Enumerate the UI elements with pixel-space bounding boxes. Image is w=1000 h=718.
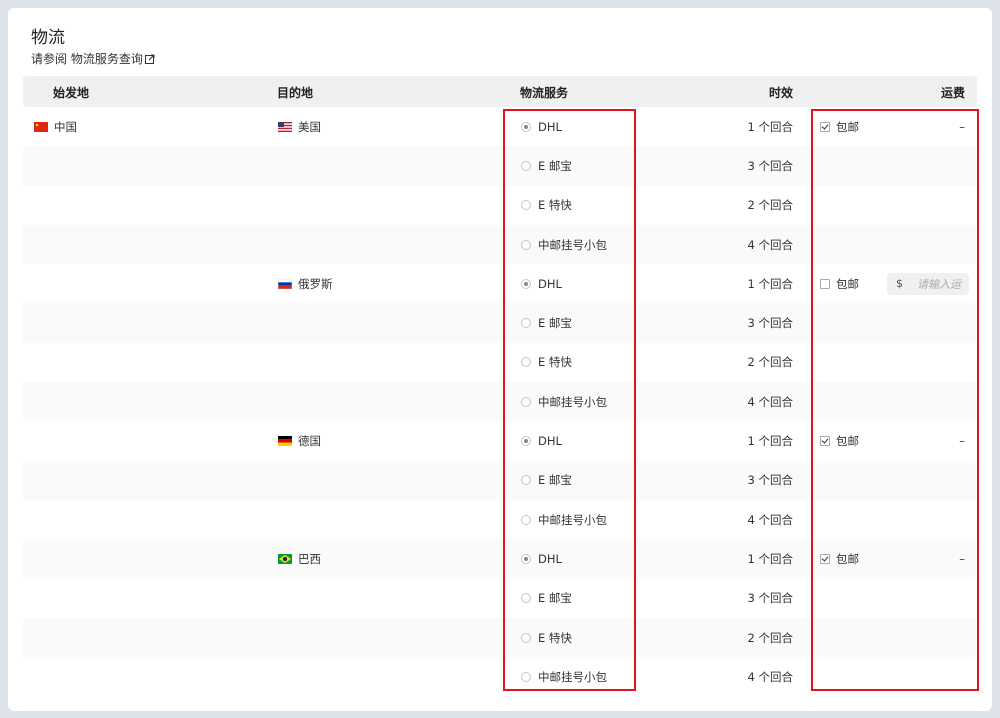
header-service: 物流服务	[520, 86, 569, 100]
time-cell: 2 个回合	[747, 630, 793, 645]
destination-label: 德国	[298, 434, 321, 449]
header-fee: 运费	[940, 86, 965, 100]
origin-cell: 中国	[34, 119, 77, 135]
time-cell: 1 个回合	[747, 119, 793, 134]
header-destination: 目的地	[277, 86, 314, 100]
destination-label: 巴西	[298, 551, 321, 566]
china-flag-icon	[34, 121, 48, 132]
time-cell: 1 个回合	[747, 434, 793, 449]
highlight-box-fee	[811, 109, 979, 691]
time-cell: 2 个回合	[747, 355, 793, 370]
time-cell: 3 个回合	[747, 316, 793, 331]
logistics-query-link[interactable]: 请参阅 物流服务查询	[31, 50, 155, 67]
time-cell: 4 个回合	[747, 512, 793, 527]
destination-label: 美国	[298, 119, 321, 134]
header-time: 时效	[768, 86, 793, 100]
destination-cell: 美国	[278, 119, 321, 135]
external-link-icon	[144, 54, 155, 64]
time-cell: 4 个回合	[747, 237, 793, 252]
subtitle-text: 请参阅 物流服务查询	[31, 52, 143, 66]
time-cell: 3 个回合	[747, 158, 793, 173]
time-cell: 3 个回合	[747, 473, 793, 488]
time-cell: 4 个回合	[747, 394, 793, 409]
highlight-box-service	[503, 109, 636, 691]
header-origin: 始发地	[53, 86, 90, 100]
time-cell: 3 个回合	[747, 591, 793, 606]
usa-flag-icon	[278, 121, 292, 132]
page-title: 物流	[31, 28, 65, 48]
origin-label: 中国	[54, 119, 77, 134]
germany-flag-icon	[278, 436, 292, 447]
destination-cell: 巴西	[278, 551, 321, 567]
russia-flag-icon	[278, 278, 292, 289]
destination-cell: 俄罗斯	[278, 276, 333, 292]
table-header: 始发地 目的地 物流服务 时效 运费	[23, 76, 977, 107]
brazil-flag-icon	[278, 553, 292, 564]
destination-label: 俄罗斯	[298, 276, 333, 291]
time-cell: 1 个回合	[747, 551, 793, 566]
time-cell: 2 个回合	[747, 198, 793, 213]
time-cell: 4 个回合	[747, 669, 793, 684]
time-cell: 1 个回合	[747, 276, 793, 291]
destination-cell: 德国	[278, 433, 321, 449]
